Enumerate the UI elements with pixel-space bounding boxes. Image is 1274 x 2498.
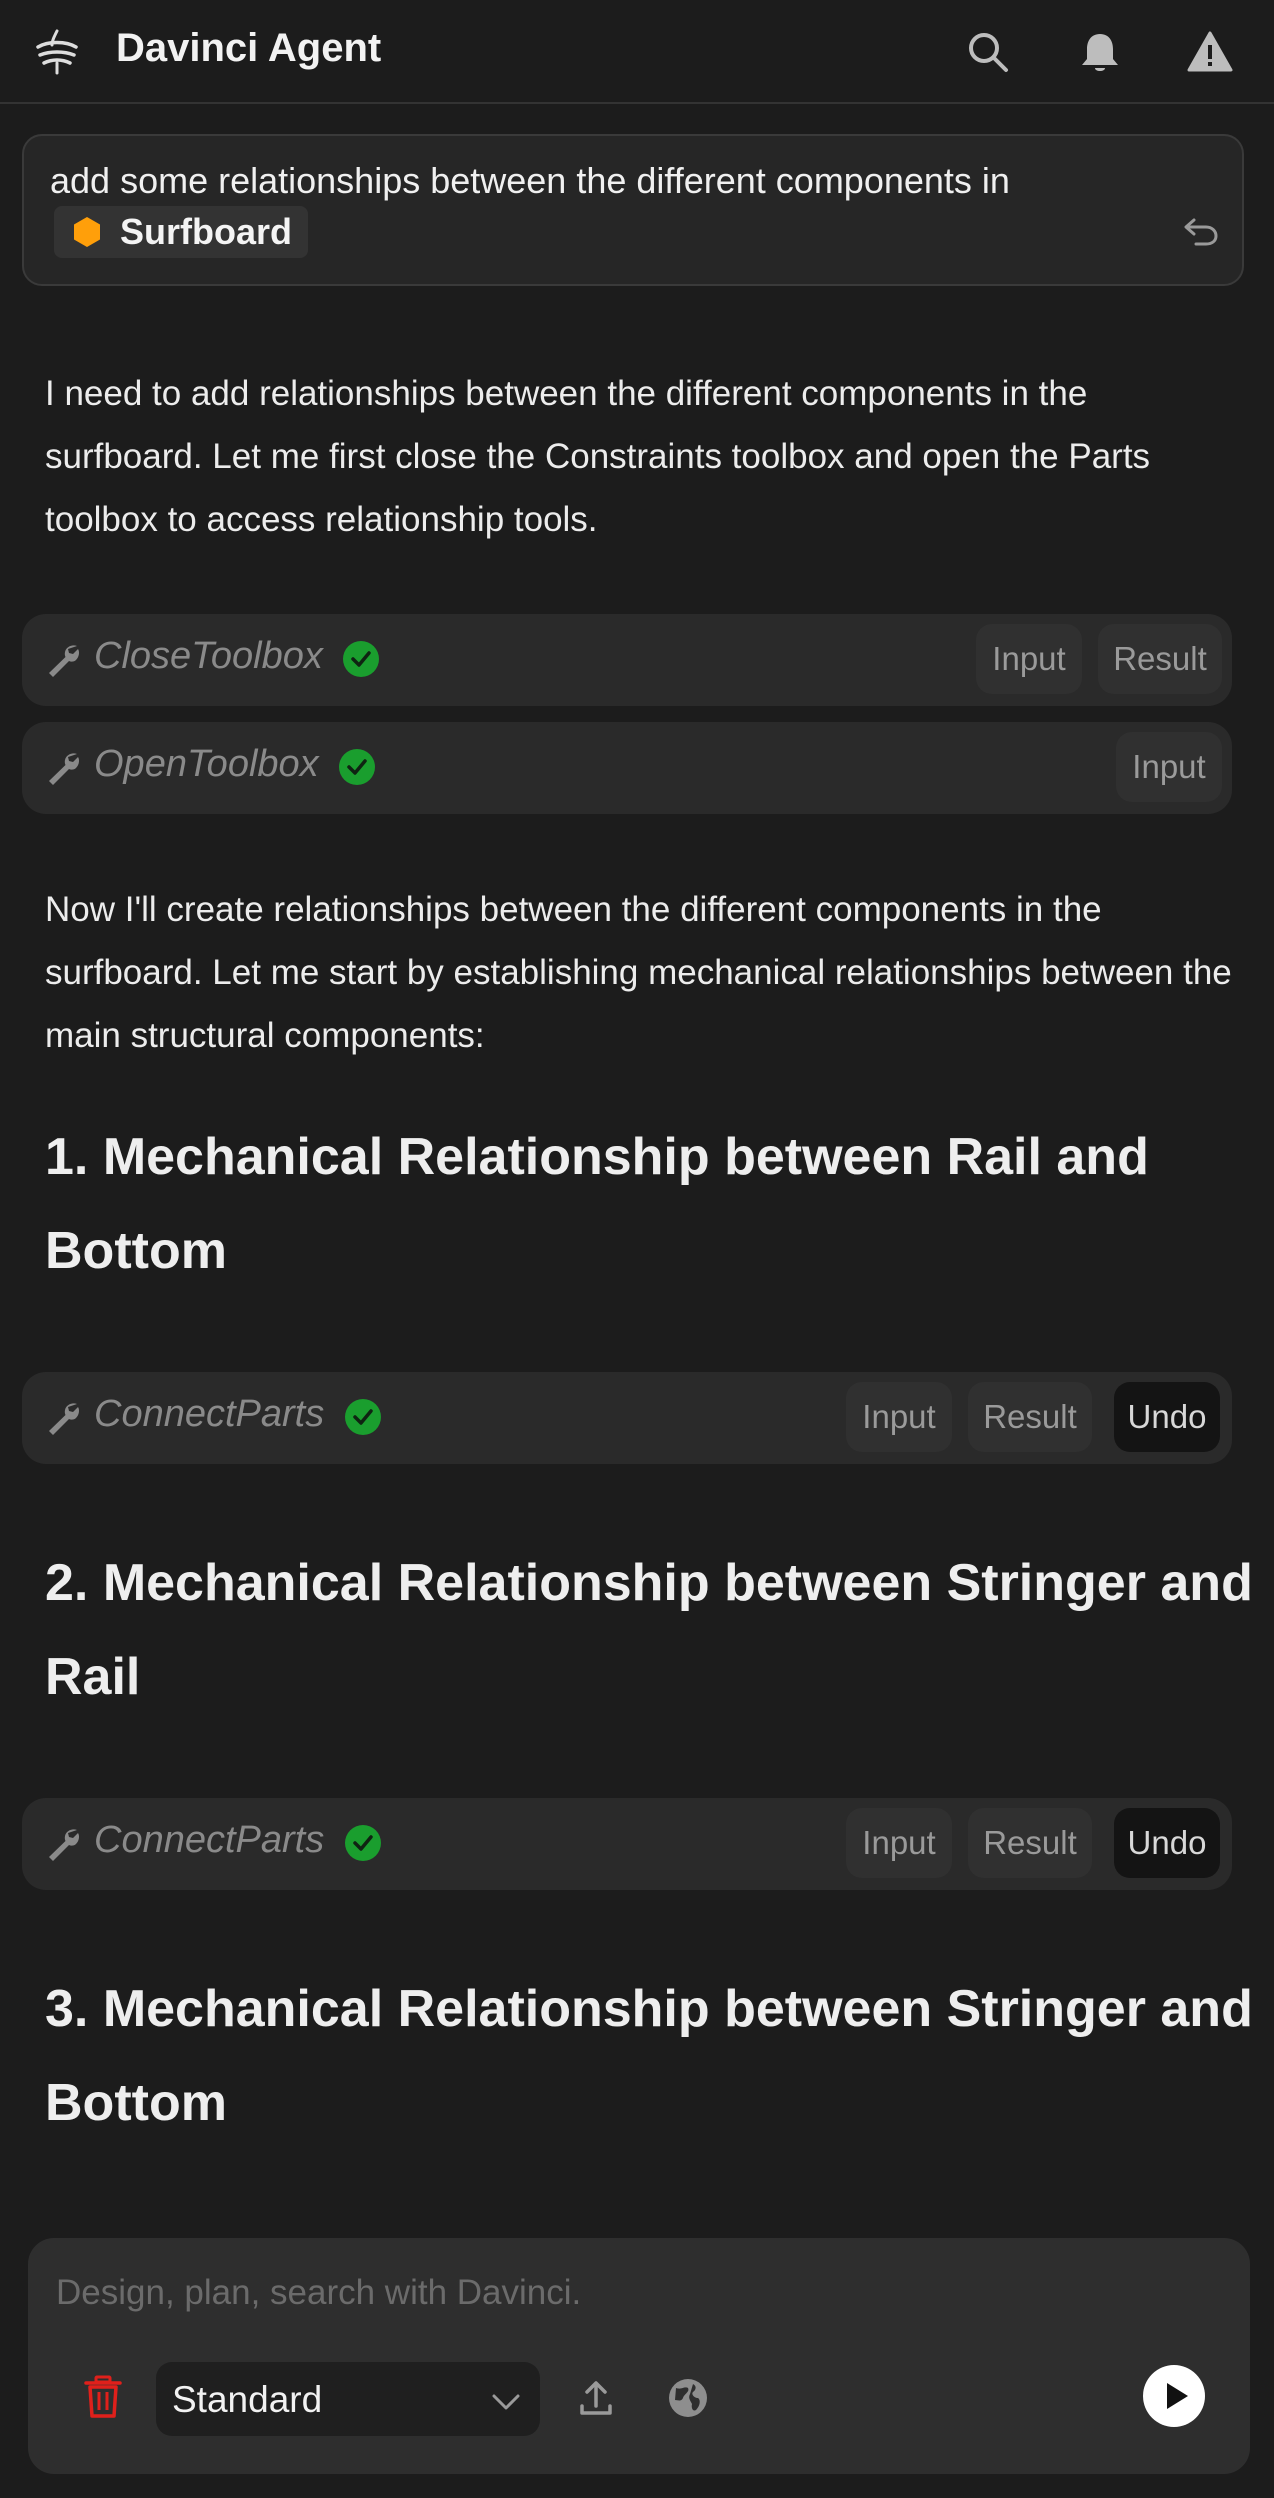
tool-name: OpenToolbox <box>94 743 319 785</box>
tool-call-open-toolbox: OpenToolbox Input <box>22 722 1232 814</box>
success-check-icon <box>345 1825 381 1861</box>
tool-input-button[interactable]: Input <box>976 624 1082 694</box>
tool-call-connect-parts: ConnectParts Input Result Undo <box>22 1798 1232 1890</box>
tool-call-close-toolbox: CloseToolbox Input Result <box>22 614 1232 706</box>
success-check-icon <box>339 749 375 785</box>
mention-label: Surfboard <box>120 211 293 252</box>
upload-icon[interactable] <box>574 2376 618 2420</box>
wrench-icon <box>49 753 80 785</box>
hexagon-icon <box>74 217 100 247</box>
tool-name: ConnectParts <box>94 1819 325 1861</box>
chat-composer: Standard <box>28 2238 1250 2474</box>
success-check-icon <box>345 1399 381 1435</box>
section-heading: 2. Mechanical Relationship between Strin… <box>45 1554 1253 1706</box>
send-play-icon[interactable] <box>1142 2364 1206 2428</box>
chevron-down-icon <box>492 2394 520 2410</box>
prompt-input[interactable] <box>56 2268 1216 2318</box>
assistant-paragraph: I need to add relationships between the … <box>45 374 1151 539</box>
app-title: Davinci Agent <box>116 26 382 70</box>
user-message: add some relationships between the diffe… <box>22 134 1244 286</box>
warning-icon[interactable] <box>1186 28 1234 76</box>
search-icon[interactable] <box>964 28 1012 76</box>
mode-select-value: Standard <box>172 2379 323 2420</box>
tool-input-button[interactable]: Input <box>846 1808 952 1878</box>
section-heading: 1. Mechanical Relationship between Rail … <box>45 1128 1149 1280</box>
wrench-icon <box>49 1403 80 1435</box>
tool-undo-button[interactable]: Undo <box>1114 1808 1220 1878</box>
app-header: Davinci Agent <box>0 0 1274 104</box>
tool-name: CloseToolbox <box>94 635 323 677</box>
tool-input-button[interactable]: Input <box>846 1382 952 1452</box>
assistant-paragraph: Now I'll create relationships between th… <box>45 890 1232 1055</box>
user-message-text: add some relationships between the diffe… <box>50 160 1010 201</box>
success-check-icon <box>343 641 379 677</box>
wrench-icon <box>49 645 80 677</box>
tool-undo-button[interactable]: Undo <box>1114 1382 1220 1452</box>
tool-call-connect-parts: ConnectParts Input Result Undo <box>22 1372 1232 1464</box>
tool-name: ConnectParts <box>94 1393 325 1435</box>
wrench-icon <box>49 1829 80 1861</box>
tool-result-button[interactable]: Result <box>968 1382 1092 1452</box>
globe-icon[interactable] <box>666 2376 710 2420</box>
tool-result-button[interactable]: Result <box>968 1808 1092 1878</box>
surfboard-mention-chip[interactable]: Surfboard <box>54 206 309 258</box>
tool-input-button[interactable]: Input <box>1116 732 1222 802</box>
trash-icon[interactable] <box>82 2374 124 2420</box>
mode-select[interactable]: Standard <box>156 2362 540 2436</box>
logo-icon[interactable] <box>30 25 84 79</box>
section-heading: 3. Mechanical Relationship between Strin… <box>45 1980 1253 2132</box>
tool-result-button[interactable]: Result <box>1098 624 1222 694</box>
bell-icon[interactable] <box>1076 28 1124 76</box>
undo-icon[interactable] <box>1182 212 1220 250</box>
